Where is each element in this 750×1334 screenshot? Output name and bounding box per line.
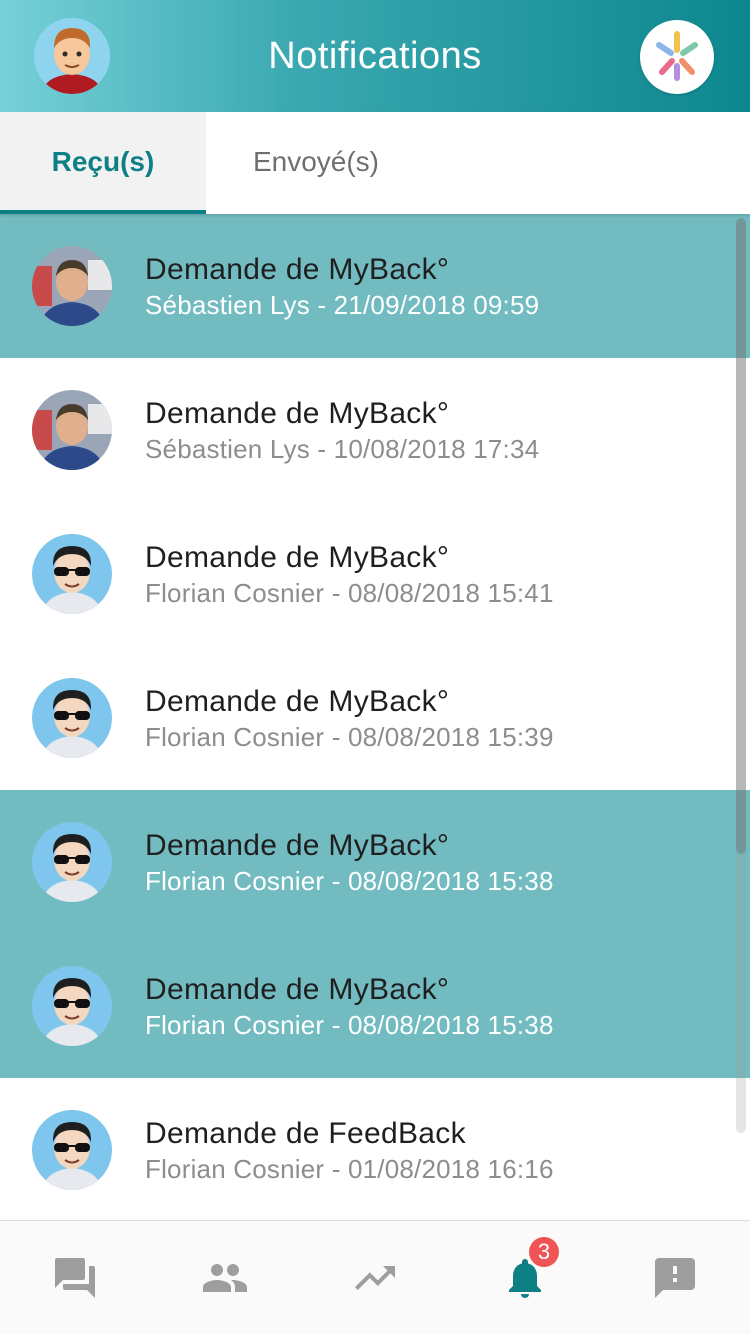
notification-title: Demande de MyBack°: [145, 973, 450, 1006]
notification-subtitle: Florian Cosnier - 08/08/2018 15:38: [145, 866, 554, 896]
scrollbar[interactable]: [736, 218, 746, 1133]
user-avatar[interactable]: [34, 18, 110, 94]
notification-row[interactable]: Demande de MyBack° Sébastien Lys - 21/09…: [0, 214, 750, 358]
notification-row[interactable]: Demande de MyBack° Florian Cosnier - 08/…: [0, 502, 750, 646]
tab-received[interactable]: Reçu(s): [0, 112, 206, 214]
tab-bar: Reçu(s) Envoyé(s): [0, 112, 750, 214]
tab-sent[interactable]: Envoyé(s): [206, 112, 426, 212]
notification-row[interactable]: Demande de MyBack° Florian Cosnier - 08/…: [0, 646, 750, 790]
notification-list[interactable]: Demande de MyBack° Sébastien Lys - 21/09…: [0, 214, 750, 1220]
people-icon: [203, 1263, 247, 1292]
notification-subtitle: Sébastien Lys - 10/08/2018 17:34: [145, 434, 540, 464]
notification-row[interactable]: Demande de FeedBack Florian Cosnier - 01…: [0, 1078, 750, 1220]
notification-title: Demande de MyBack°: [145, 685, 450, 718]
cartoon-sunglasses-avatar: [32, 534, 112, 614]
feedback-icon: [655, 1257, 695, 1298]
chat-icon: [55, 1257, 95, 1298]
notification-subtitle: Florian Cosnier - 08/08/2018 15:41: [145, 578, 554, 608]
photo-avatar: [32, 390, 112, 470]
notification-title: Demande de MyBack°: [145, 397, 450, 430]
star-logo-icon: [656, 31, 698, 81]
nav-notifications[interactable]: 3: [450, 1221, 600, 1334]
cartoon-sunglasses-avatar: [32, 966, 112, 1046]
notification-subtitle: Florian Cosnier - 08/08/2018 15:39: [145, 722, 554, 752]
notification-subtitle: Sébastien Lys - 21/09/2018 09:59: [145, 290, 540, 320]
nav-people[interactable]: [150, 1221, 300, 1334]
nav-conversations[interactable]: [0, 1221, 150, 1334]
notification-badge: 3: [529, 1237, 559, 1267]
app-logo[interactable]: [640, 20, 714, 94]
cartoon-sunglasses-avatar: [32, 678, 112, 758]
page-title: Notifications: [268, 34, 482, 77]
nav-stats[interactable]: [300, 1221, 450, 1334]
notification-subtitle: Florian Cosnier - 08/08/2018 15:38: [145, 1010, 554, 1040]
notification-title: Demande de MyBack°: [145, 253, 450, 286]
notification-row[interactable]: Demande de MyBack° Florian Cosnier - 08/…: [0, 790, 750, 934]
cartoon-sunglasses-avatar: [32, 1110, 112, 1190]
nav-feedback[interactable]: [600, 1221, 750, 1334]
notification-subtitle: Florian Cosnier - 01/08/2018 16:16: [145, 1154, 554, 1184]
cartoon-sunglasses-avatar: [32, 822, 112, 902]
app-header: Notifications: [0, 0, 750, 112]
trending-icon: [355, 1265, 395, 1290]
bottom-nav: 3: [0, 1220, 750, 1334]
notification-title: Demande de FeedBack: [145, 1117, 466, 1150]
notification-row[interactable]: Demande de MyBack° Sébastien Lys - 10/08…: [0, 358, 750, 502]
scrollbar-thumb[interactable]: [736, 218, 746, 854]
notification-title: Demande de MyBack°: [145, 541, 450, 574]
notification-title: Demande de MyBack°: [145, 829, 450, 862]
notification-row[interactable]: Demande de MyBack° Florian Cosnier - 08/…: [0, 934, 750, 1078]
photo-avatar: [32, 246, 112, 326]
